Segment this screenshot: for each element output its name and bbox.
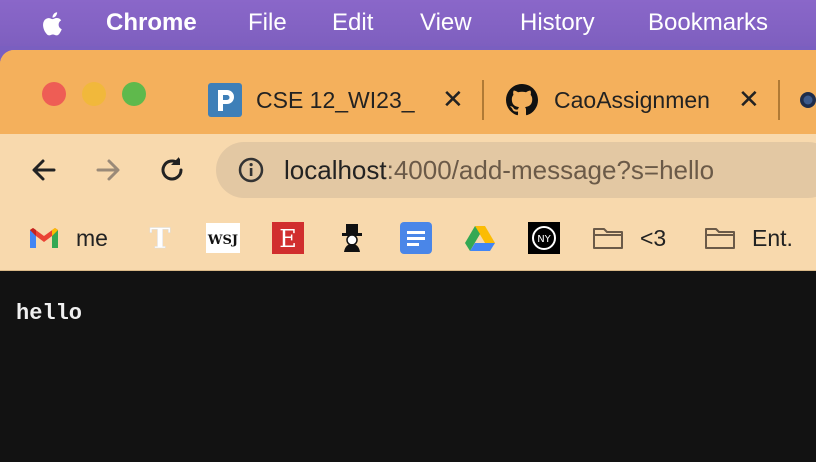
bookmark-eater[interactable]: E	[272, 220, 304, 256]
apple-logo-icon[interactable]	[38, 9, 68, 39]
menu-history[interactable]: History	[520, 9, 595, 37]
minimize-window-button[interactable]	[82, 82, 106, 106]
close-window-button[interactable]	[42, 82, 66, 106]
forward-arrow-icon[interactable]	[90, 152, 126, 188]
svg-text:NY: NY	[537, 234, 551, 245]
browser-toolbar: localhost:4000/add-message?s=hello	[0, 134, 816, 206]
reload-icon[interactable]	[154, 152, 190, 188]
page-message-text: hello	[16, 301, 83, 326]
bookmark-newyorker[interactable]	[336, 220, 368, 256]
address-bar[interactable]: localhost:4000/add-message?s=hello	[216, 142, 816, 198]
bookmark-nymag[interactable]: NY	[528, 220, 560, 256]
svg-text:T: T	[150, 222, 171, 254]
menu-app-name[interactable]: Chrome	[106, 9, 197, 37]
close-icon[interactable]: ✕	[442, 86, 464, 112]
menu-bookmarks[interactable]: Bookmarks	[648, 9, 768, 37]
piazza-icon	[208, 83, 242, 117]
back-arrow-icon[interactable]	[26, 152, 62, 188]
tab-title: CSE 12_WI23_	[256, 86, 415, 113]
tab-partial[interactable]	[800, 80, 816, 120]
tab-title: CaoAssignmen	[554, 86, 710, 113]
tab-piazza[interactable]: CSE 12_WI23_ ✕	[208, 80, 472, 120]
svg-text:WSJ: WSJ	[207, 233, 238, 248]
page-content: hello	[0, 271, 816, 462]
gmail-icon	[30, 228, 58, 248]
menu-edit[interactable]: Edit	[332, 9, 373, 37]
url-host: localhost	[284, 155, 387, 185]
info-icon[interactable]	[238, 157, 264, 183]
bookmarks-bar: me T WSJ E NY <3 Ent.	[0, 206, 816, 271]
fullscreen-window-button[interactable]	[122, 82, 146, 106]
browser-window: CSE 12_WI23_ ✕ CaoAssignmen ✕ localhost:…	[0, 50, 816, 462]
bookmark-me[interactable]: me	[28, 220, 108, 256]
svg-text:E: E	[279, 225, 297, 253]
google-drive-icon	[465, 226, 495, 251]
bookmark-label: me	[76, 224, 108, 251]
bookmark-label: Ent.	[752, 224, 793, 251]
tab-github[interactable]: CaoAssignmen ✕	[506, 80, 768, 120]
google-docs-icon	[400, 222, 432, 254]
menu-view[interactable]: View	[420, 9, 472, 37]
nymag-icon: NY	[528, 222, 560, 254]
url-path: :4000/add-message?s=hello	[386, 155, 715, 185]
newyorker-icon	[342, 224, 362, 252]
bookmark-folder-ent[interactable]: Ent.	[704, 220, 793, 256]
bookmark-google-docs[interactable]	[400, 220, 432, 256]
url-text[interactable]: localhost:4000/add-message?s=hello	[284, 154, 714, 186]
tab-divider	[482, 80, 484, 120]
bookmark-google-drive[interactable]	[464, 220, 496, 256]
menu-bar: Chrome File Edit View History Bookmarks	[0, 0, 816, 46]
tab-divider	[778, 80, 780, 120]
nytimes-icon: T	[149, 222, 171, 254]
eater-icon: E	[272, 222, 304, 254]
close-icon[interactable]: ✕	[738, 86, 760, 112]
wsj-icon: WSJ	[206, 223, 240, 253]
github-icon	[506, 84, 538, 116]
bookmark-folder-heart[interactable]: <3	[592, 220, 666, 256]
partial-tab-icon	[800, 92, 816, 108]
bookmark-nytimes[interactable]: T	[146, 220, 174, 256]
folder-icon	[705, 228, 735, 249]
bookmark-label: <3	[640, 224, 667, 251]
folder-icon	[593, 228, 623, 249]
tab-strip: CSE 12_WI23_ ✕ CaoAssignmen ✕	[0, 50, 816, 134]
menu-file[interactable]: File	[248, 9, 287, 37]
bookmark-wsj[interactable]: WSJ	[206, 220, 240, 256]
